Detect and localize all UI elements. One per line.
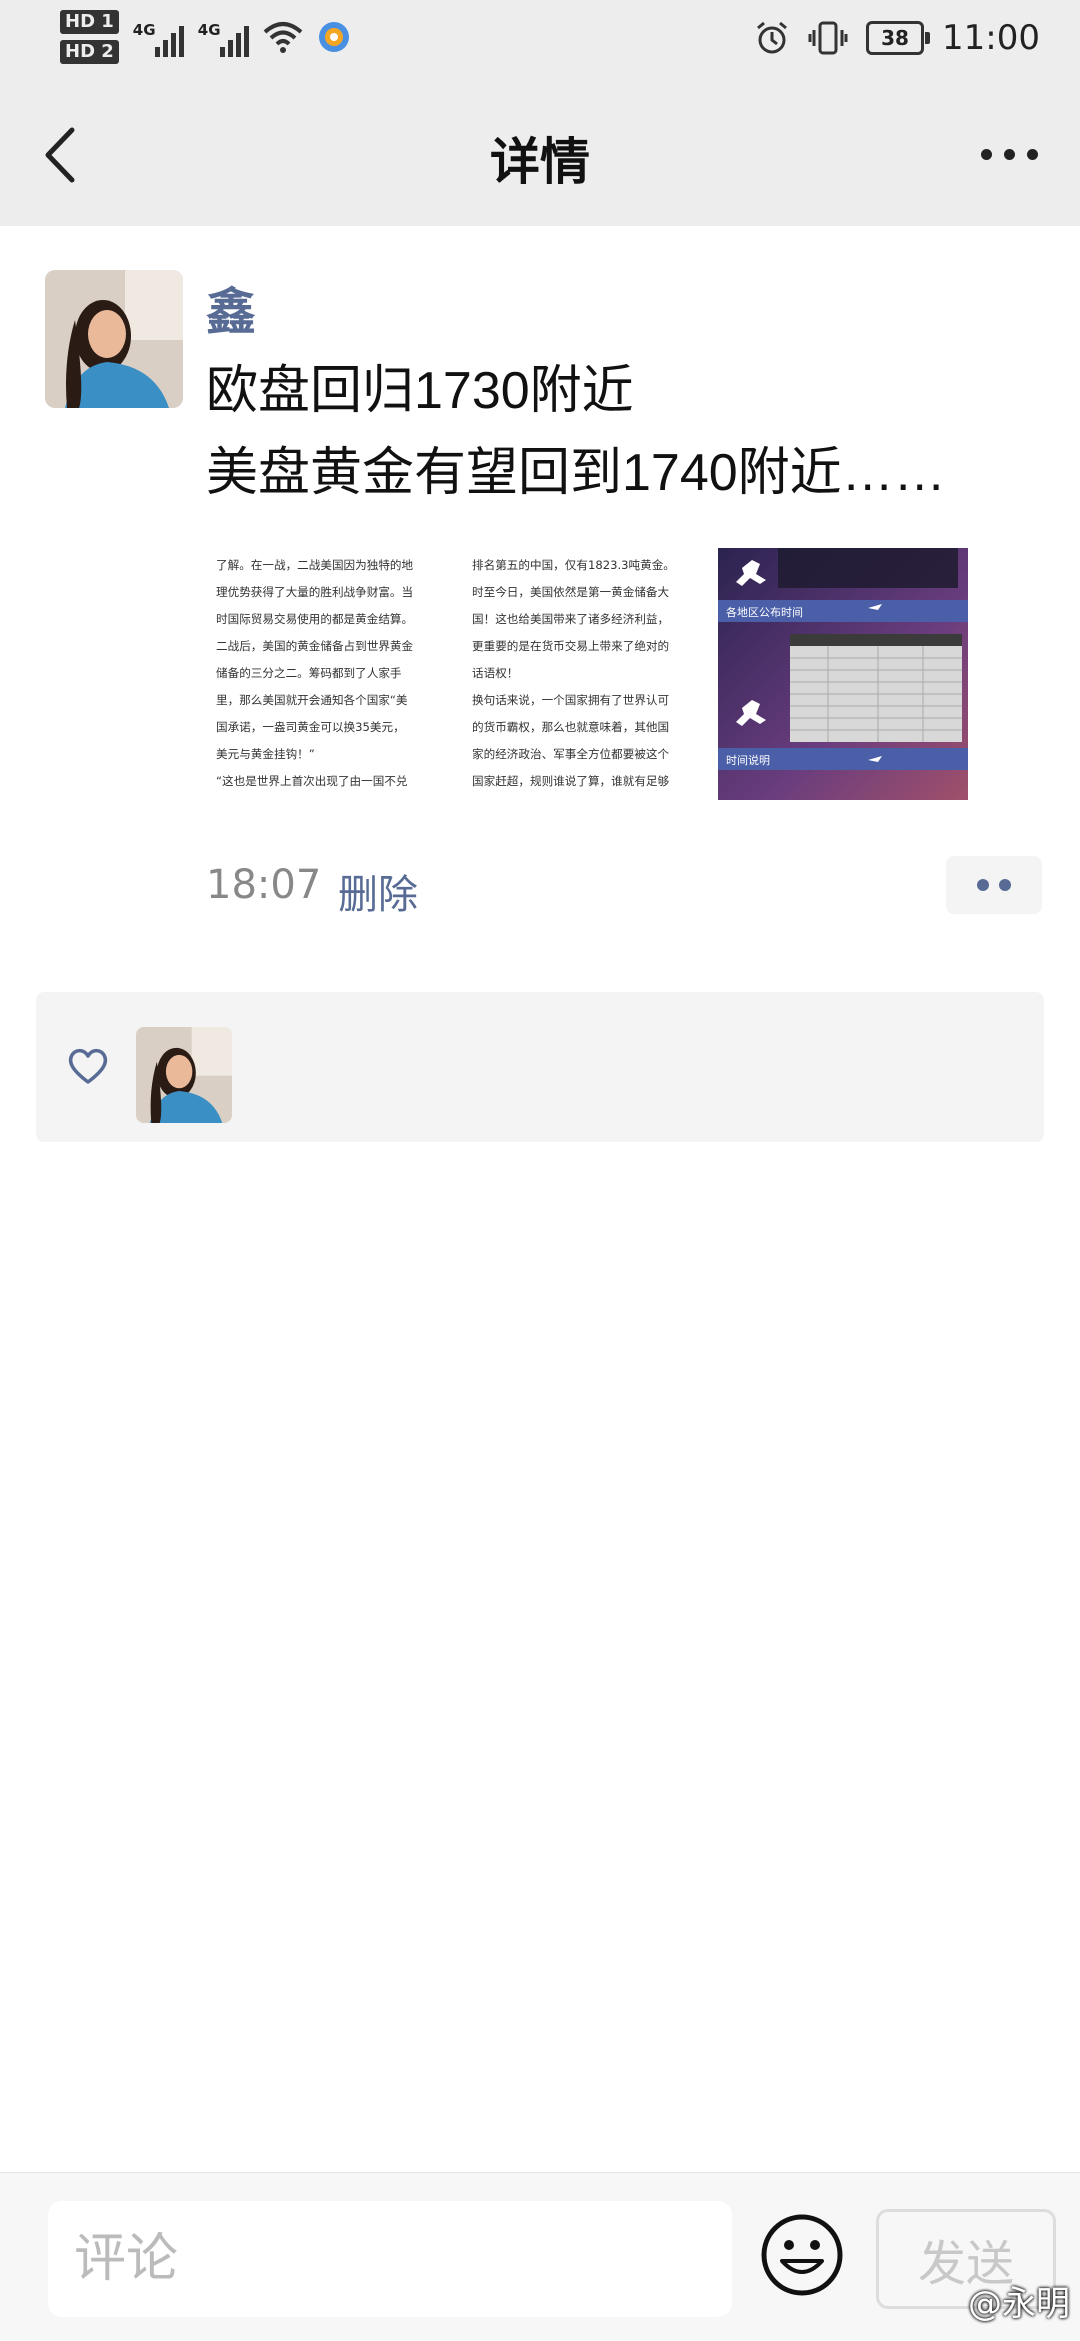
image-text-line: 二战后，美国的黄金储备占到世界黄金 bbox=[216, 639, 414, 653]
image-text-line: 储备的三分之二。筹码都到了人家手 bbox=[216, 666, 402, 680]
image-text-line: 理优势获得了大量的胜利战争财富。当 bbox=[216, 585, 414, 599]
post-time: 18:07 bbox=[206, 862, 322, 908]
watermark: @永明 bbox=[968, 2284, 1070, 2324]
dots-icon bbox=[977, 879, 989, 891]
smiley-icon bbox=[761, 2214, 843, 2296]
image-text-line: 国承诺，一盎司黄金可以换35美元， bbox=[216, 720, 405, 734]
image-text-line: 排名第五的中国，仅有1823.3吨黄金。 bbox=[472, 558, 675, 572]
emoji-button[interactable] bbox=[760, 2213, 844, 2297]
wifi-icon bbox=[263, 22, 303, 53]
image-text-line: 更重要的是在货币交易上带来了绝对的 bbox=[472, 639, 670, 653]
delete-link[interactable]: 删除 bbox=[338, 862, 418, 920]
image-text-line: 里，那么美国就开会通知各个国家“美 bbox=[216, 693, 408, 707]
image-3-heading-2: 时间说明 bbox=[726, 753, 770, 767]
signal-icon: 4G bbox=[133, 17, 184, 57]
avatar-photo bbox=[45, 270, 183, 408]
image-text-line: 家的经济政治、军事全方位都要被这个 bbox=[472, 747, 670, 761]
image-text-line: 国家赶超，规则谁说了算，谁就有足够 bbox=[472, 774, 670, 788]
nav-bar: 详情 bbox=[0, 82, 1080, 226]
likes-panel bbox=[36, 992, 1044, 1142]
more-dot bbox=[1003, 148, 1015, 160]
dot bbox=[999, 879, 1011, 891]
image-text-line: 现纸币通过浮动汇率和自由兑换强加的 bbox=[216, 795, 446, 800]
page-title: 详情 bbox=[490, 133, 590, 191]
post-text-line: 美盘黄金有望回到1740附近…… bbox=[206, 444, 946, 502]
liker-avatar-photo bbox=[136, 1027, 232, 1123]
comment-bar: 发送 @永明 bbox=[0, 2172, 1080, 2341]
post-images: 了解。在一战，二战美国因为独特的地 理优势获得了大量的胜利战争财富。当 时国际贸易交… bbox=[206, 548, 968, 800]
image-text-line: 话语权！ bbox=[472, 666, 519, 680]
post-text-line: 欧盘回归1730附近 bbox=[206, 362, 634, 420]
status-time: 11:00 bbox=[942, 18, 1040, 58]
more-dot bbox=[1026, 148, 1038, 160]
signal-icon-2: 4G bbox=[198, 17, 249, 57]
author-name[interactable]: 鑫 bbox=[206, 272, 256, 344]
hd2-badge: HD 2 bbox=[60, 40, 119, 64]
more-button[interactable] bbox=[974, 134, 1044, 174]
post-image-1[interactable]: 了解。在一战，二战美国因为独特的地 理优势获得了大量的胜利战争财富。当 时国际贸易交… bbox=[206, 548, 456, 800]
image-text-line: “这也是世界上首次出现了由一国不兑 bbox=[216, 774, 408, 788]
image-text-line: 国！这也给美国带来了诸多经济利益， bbox=[472, 612, 670, 626]
post-text: 欧盘回归1730附近 美盘黄金有望回到1740附近…… bbox=[206, 350, 1036, 514]
image-text-line: 换句话来说，一个国家拥有了世界认可 bbox=[472, 693, 670, 707]
like-comment-button[interactable] bbox=[946, 856, 1042, 914]
status-right: 38 11:00 bbox=[754, 18, 1040, 58]
author-avatar[interactable] bbox=[45, 270, 183, 408]
image-1-text: 了解。在一战，二战美国因为独特的地 理优势获得了大量的胜利战争财富。当 时国际贸易交… bbox=[206, 548, 456, 800]
comment-input[interactable] bbox=[48, 2201, 732, 2317]
image-2-text: 排名第五的中国，仅有1823.3吨黄金。 时至今日，美国依然是第一黄金储备大 国！这… bbox=[462, 548, 712, 800]
image-3-heading-1: 各地区公布时间 bbox=[726, 605, 803, 619]
hd1-badge: HD 1 bbox=[60, 10, 119, 34]
image-text-line: 的主动权！ bbox=[472, 795, 702, 800]
image-3-graphic: 各地区公布时间 时间说明 bbox=[718, 548, 968, 800]
image-text-line: 时国际贸易交易使用的都是黄金结算。 bbox=[216, 612, 414, 626]
status-left: HD 1 HD 2 4G 4G bbox=[60, 10, 351, 64]
liker-avatar[interactable] bbox=[136, 1027, 232, 1123]
status-bar: HD 1 HD 2 4G 4G 38 11:00 bbox=[0, 0, 1080, 82]
network-type-2: 4G bbox=[197, 21, 221, 39]
image-text-line: 了解。在一战，二战美国因为独特的地 bbox=[216, 558, 414, 572]
image-text-line: 时至今日，美国依然是第一黄金储备大 bbox=[472, 585, 670, 599]
post-image-3[interactable]: 各地区公布时间 时间说明 bbox=[718, 548, 968, 800]
image-text-line: 美元与黄金挂钩！” bbox=[216, 747, 315, 761]
battery-icon: 38 bbox=[866, 21, 931, 55]
more-dots-icon bbox=[980, 148, 992, 160]
post-image-2[interactable]: 排名第五的中国，仅有1823.3吨黄金。 时至今日，美国依然是第一黄金储备大 国！这… bbox=[462, 548, 712, 800]
network-type-1: 4G bbox=[132, 21, 156, 39]
app-notification-icon bbox=[318, 22, 349, 52]
vibrate-icon bbox=[808, 21, 848, 55]
alarm-icon bbox=[757, 21, 787, 54]
heart-icon bbox=[68, 1048, 108, 1084]
image-text-line: 的货币霸权，那么也就意味着，其他国 bbox=[472, 720, 670, 734]
